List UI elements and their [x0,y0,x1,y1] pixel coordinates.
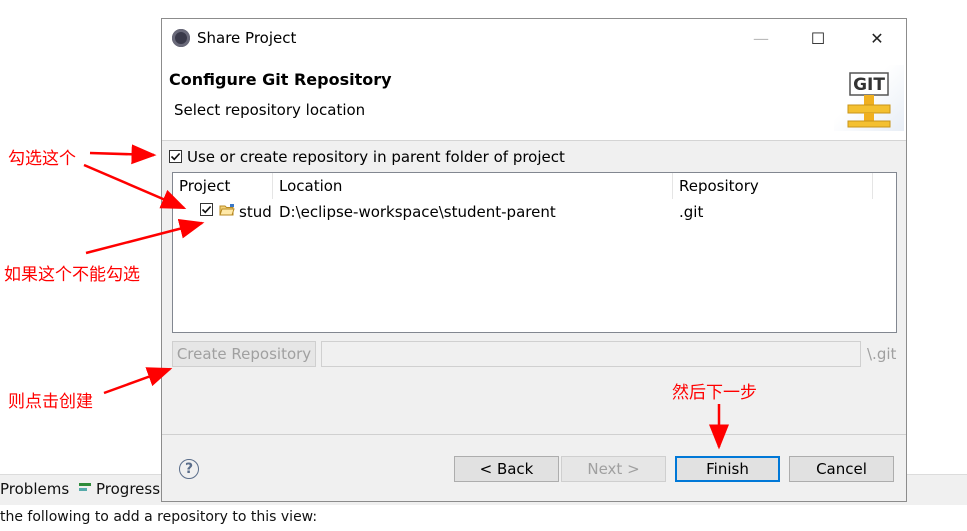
arrow-to-row-checkbox [83,163,187,210]
arrow-to-create-repository [103,367,173,395]
arrow-from-cannot-check [85,218,205,255]
annotation-arrows [83,144,729,450]
arrow-to-parent-checkbox [89,144,157,165]
